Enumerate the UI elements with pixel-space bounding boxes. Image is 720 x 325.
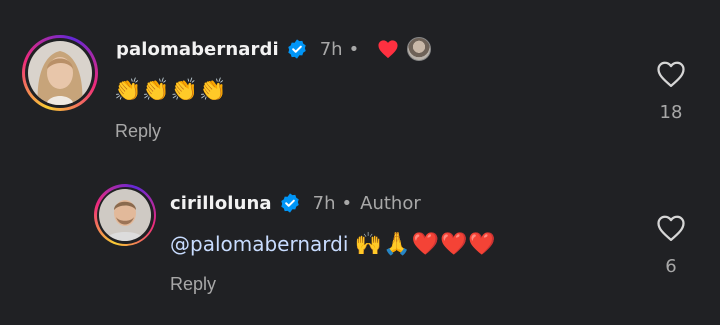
- comment-body: 👏👏👏👏: [114, 78, 228, 103]
- verified-badge-icon: [286, 38, 308, 60]
- verified-badge-icon: [279, 192, 301, 214]
- separator-dot: •: [348, 38, 360, 60]
- avatar[interactable]: [94, 184, 156, 246]
- comment-emojis: 🙌🙏❤️❤️❤️: [354, 232, 497, 257]
- comment-username[interactable]: cirilloluna: [170, 193, 272, 214]
- avatar[interactable]: [22, 35, 98, 111]
- like-column: 18: [646, 60, 696, 123]
- reply-button[interactable]: Reply: [115, 121, 161, 142]
- heart-outline-icon[interactable]: [656, 214, 686, 246]
- comment-time: 7h: [319, 38, 343, 60]
- comment-time: 7h: [312, 192, 336, 214]
- avatar-photo: [28, 41, 92, 105]
- heart-outline-icon[interactable]: [656, 60, 686, 92]
- like-count: 18: [659, 102, 683, 123]
- comment-username[interactable]: palomabernardi: [116, 39, 279, 60]
- author-label: Author: [360, 192, 421, 214]
- red-heart-icon: [377, 39, 399, 59]
- reply-comment-item: cirilloluna 7h • Author @palomabernardi …: [0, 160, 720, 325]
- mention-link[interactable]: @palomabernardi: [170, 232, 348, 256]
- separator-dot: •: [341, 192, 353, 214]
- comment-item: palomabernardi 7h • 👏👏👏👏 Reply 18: [0, 0, 720, 160]
- author-liked-avatar: [407, 37, 432, 61]
- like-column: 6: [646, 214, 696, 277]
- comment-body: @palomabernardi 🙌🙏❤️❤️❤️: [170, 232, 497, 257]
- reply-button[interactable]: Reply: [170, 274, 216, 295]
- like-count: 6: [665, 256, 677, 277]
- avatar-photo: [99, 189, 151, 241]
